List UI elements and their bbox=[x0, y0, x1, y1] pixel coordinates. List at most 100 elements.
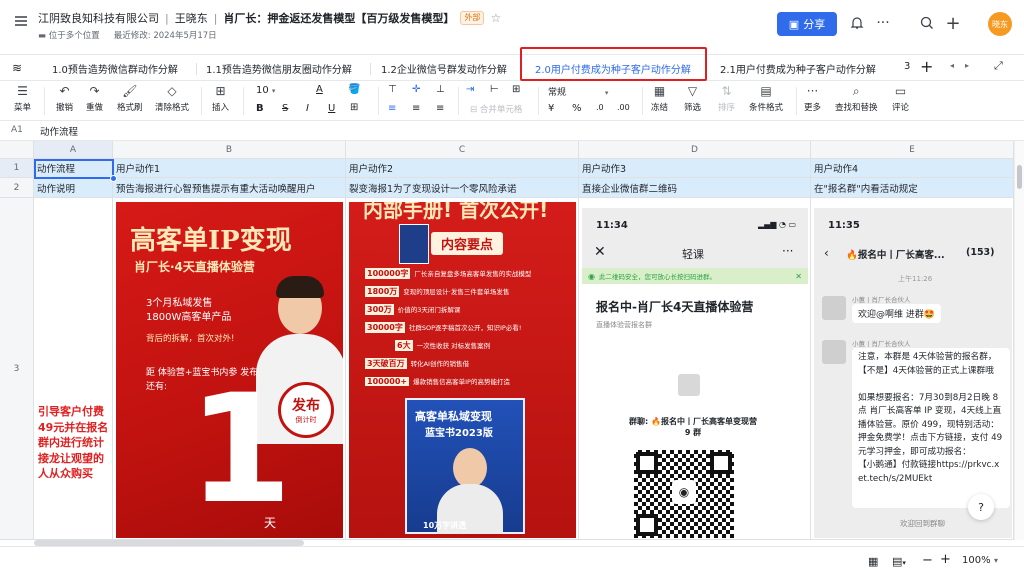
redo-button[interactable]: ↷ 重做 bbox=[86, 83, 103, 113]
column-header-e[interactable]: E bbox=[811, 141, 1014, 159]
add-icon[interactable]: + bbox=[944, 13, 962, 34]
cell-a3[interactable] bbox=[34, 198, 113, 540]
align-bottom-icon[interactable]: ⊥ bbox=[436, 84, 445, 95]
zoom-level[interactable]: 100% bbox=[962, 555, 991, 566]
vertical-scroll-thumb[interactable] bbox=[1017, 165, 1022, 189]
comment-button[interactable]: ▭ 评论 bbox=[892, 83, 909, 113]
tab-1-2[interactable]: 1.2企业微信号群发动作分解 bbox=[381, 61, 507, 76]
decimal-decrease-icon[interactable]: .0 bbox=[596, 103, 604, 112]
more-button[interactable]: ··· 更多 bbox=[804, 83, 821, 113]
cell-c1[interactable]: 用户动作2 bbox=[346, 159, 579, 178]
avatar[interactable]: 晓东 bbox=[988, 12, 1012, 36]
share-button[interactable]: ▣ 分享 bbox=[777, 12, 837, 36]
wrap-icon[interactable]: ⇥ bbox=[466, 84, 474, 95]
conditional-format-icon: ▤ bbox=[760, 84, 772, 98]
filter-button[interactable]: ▽ 筛选 bbox=[684, 83, 701, 113]
menu-button[interactable]: ☰ 菜单 bbox=[14, 83, 31, 113]
row-header-1[interactable]: 1 bbox=[0, 159, 34, 178]
location-text[interactable]: ▬ 位于多个位置 bbox=[38, 29, 100, 41]
cell-e2[interactable]: 在"报名群"内看活动规定 bbox=[811, 178, 1014, 198]
column-header-d[interactable]: D bbox=[579, 141, 811, 159]
column-header-a[interactable]: A bbox=[34, 141, 113, 159]
star-icon[interactable]: ☆ bbox=[490, 11, 501, 25]
merge-icon[interactable]: ⊞ bbox=[512, 84, 520, 95]
sort-button[interactable]: ⇅ 排序 bbox=[718, 83, 735, 113]
cell-b2[interactable]: 预告海报进行心智预售提示有重大活动唤醒用户 bbox=[113, 178, 346, 198]
number-format-select[interactable]: 常规 ▾ bbox=[548, 85, 608, 98]
fill-color-icon[interactable]: 🪣 bbox=[348, 84, 360, 95]
strikethrough-icon[interactable]: S bbox=[282, 103, 288, 114]
formula-input[interactable]: 动作流程 bbox=[40, 124, 78, 138]
nav-menu-icon[interactable] bbox=[12, 12, 30, 30]
doc-title[interactable]: 肖厂长：押金返还发售模型【百万级发售模型】 bbox=[223, 10, 454, 26]
corner-cell[interactable] bbox=[0, 141, 34, 159]
italic-icon[interactable]: I bbox=[306, 103, 309, 114]
percent-icon[interactable]: % bbox=[572, 103, 582, 114]
align-top-icon[interactable]: ⊤ bbox=[388, 84, 397, 95]
find-replace-button[interactable]: ⌕ 查找和替换 bbox=[835, 83, 878, 113]
grid-view-icon[interactable]: ▦ bbox=[868, 555, 878, 568]
format-brush-button[interactable]: 🖌 格式刷 bbox=[117, 83, 143, 113]
group-qr-screenshot: 11:34 ▂▄▆ ◔ ▭ ✕ 轻课 ··· ◉ 此二维码安全，您可放心长按扫码… bbox=[582, 208, 808, 538]
align-right-icon[interactable]: ≡ bbox=[436, 103, 444, 114]
tab-2-1[interactable]: 2.1用户付费成为种子客户动作分解 bbox=[720, 61, 876, 76]
highlight-box bbox=[520, 47, 707, 81]
align-left-icon[interactable]: ≡ bbox=[388, 103, 396, 114]
insert-icon: ⊞ bbox=[215, 84, 226, 98]
layers-icon[interactable]: ≋ bbox=[12, 61, 22, 75]
help-button[interactable]: ? bbox=[968, 494, 994, 520]
freeze-button[interactable]: ▦ 冻结 bbox=[651, 83, 668, 113]
align-middle-icon[interactable]: ✛ bbox=[412, 84, 420, 95]
clear-format-button[interactable]: ◇ 清除格式 bbox=[155, 83, 189, 113]
add-sheet-icon[interactable]: + bbox=[920, 57, 933, 76]
cell-b1[interactable]: 用户动作1 bbox=[113, 159, 346, 178]
vertical-scrollbar[interactable] bbox=[1014, 141, 1024, 540]
font-size-select[interactable]: 10 ▾ bbox=[256, 85, 275, 96]
currency-icon[interactable]: ¥ bbox=[548, 103, 554, 114]
tab-scroll-left-icon[interactable]: ◂ bbox=[950, 61, 954, 70]
undo-button[interactable]: ↶ 撤销 bbox=[56, 83, 73, 113]
column-header-b[interactable]: B bbox=[113, 141, 346, 159]
zoom-in-icon[interactable]: + bbox=[940, 552, 951, 567]
text-color-icon[interactable]: A bbox=[316, 84, 323, 95]
tab-scroll-right-icon[interactable]: ▸ bbox=[965, 61, 969, 70]
decimal-increase-icon[interactable]: .00 bbox=[617, 103, 630, 112]
group-avatar bbox=[678, 374, 700, 396]
border-icon[interactable]: ⊞ bbox=[350, 102, 358, 113]
toolbar-divider bbox=[538, 87, 539, 115]
tab-1-1[interactable]: 1.1预告造势微信朋友圈动作分解 bbox=[206, 61, 352, 76]
cell-d2[interactable]: 直接企业微信群二维码 bbox=[579, 178, 811, 198]
chevron-down-icon[interactable]: ▾ bbox=[994, 556, 998, 565]
merge-cells-button[interactable]: ⊟ 合并单元格 bbox=[470, 103, 522, 115]
safe-notice: ◉ 此二维码安全，您可放心长按扫码进群。 ✕ bbox=[582, 268, 808, 284]
bell-icon[interactable] bbox=[848, 14, 866, 32]
layout-view-icon[interactable]: ▤▾ bbox=[892, 555, 906, 568]
conditional-format-button[interactable]: ▤ 条件格式 bbox=[749, 83, 783, 113]
cell-reference[interactable]: A1 bbox=[11, 125, 23, 135]
cell-c2[interactable]: 裂变海报1为了变现设计一个零风险承诺 bbox=[346, 178, 579, 198]
poster-book-image: 内部手册! 首次公开! 内容要点 100000字 厂长亲自复盘多场高客单发售的实战… bbox=[349, 202, 576, 538]
tab-3[interactable]: 3 bbox=[904, 61, 910, 72]
selection-handle[interactable] bbox=[110, 175, 117, 182]
row-header-2[interactable]: 2 bbox=[0, 178, 34, 198]
author-name[interactable]: 王晓东 bbox=[175, 10, 208, 26]
cell-a2[interactable]: 动作说明 bbox=[34, 178, 113, 198]
expand-icon[interactable]: ⤢ bbox=[994, 59, 1003, 73]
tab-1-0[interactable]: 1.0预告造势微信群动作分解 bbox=[52, 61, 178, 76]
signal-icon: ▂▄▆ ◔ ▭ bbox=[758, 220, 797, 229]
underline-icon[interactable]: U bbox=[328, 103, 335, 114]
row-header-3[interactable]: 3 bbox=[0, 198, 34, 540]
mini-book-icon bbox=[399, 224, 429, 264]
search-icon[interactable] bbox=[918, 14, 936, 32]
more-icon[interactable]: ··· bbox=[874, 14, 892, 32]
align-center-icon[interactable]: ≡ bbox=[412, 103, 420, 114]
zoom-out-icon[interactable]: − bbox=[922, 553, 933, 568]
tab-divider bbox=[370, 63, 371, 75]
cell-d1[interactable]: 用户动作3 bbox=[579, 159, 811, 178]
bold-icon[interactable]: B bbox=[256, 103, 264, 114]
split-icon[interactable]: ⊢ bbox=[490, 84, 499, 95]
cell-e1[interactable]: 用户动作4 bbox=[811, 159, 1014, 178]
org-name[interactable]: 江阴致良知科技有限公司 bbox=[38, 10, 159, 26]
column-header-c[interactable]: C bbox=[346, 141, 579, 159]
insert-button[interactable]: ⊞ 插入 bbox=[212, 83, 229, 113]
